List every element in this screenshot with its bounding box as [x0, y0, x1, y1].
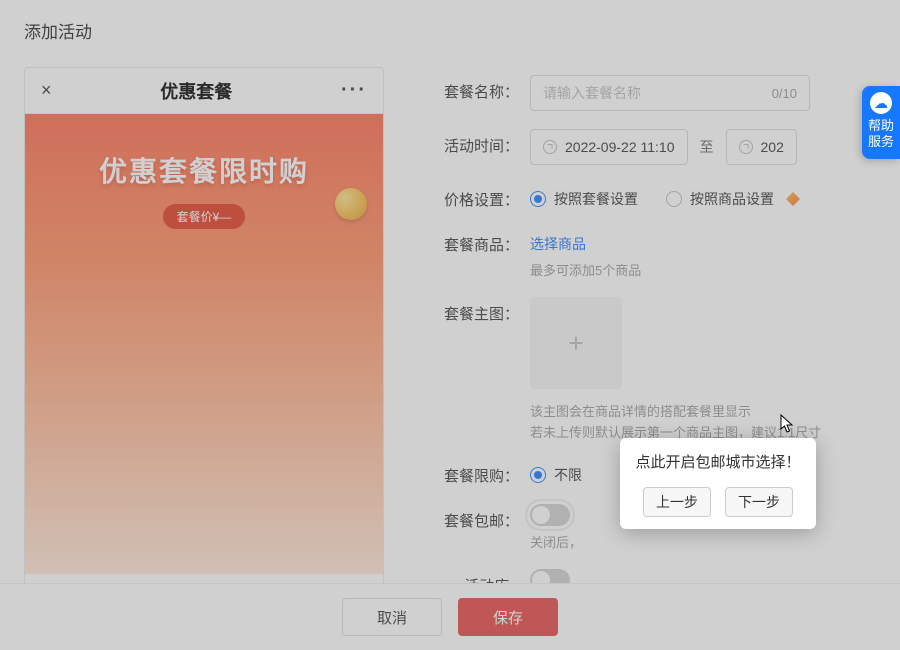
radio-dot-icon	[666, 191, 682, 207]
tour-popover-text: 点此开启包邮城市选择！	[632, 452, 804, 473]
preview-body: 优惠套餐限时购 套餐价¥—	[25, 114, 383, 574]
end-time-value: 202	[761, 139, 784, 155]
label-package-products: 套餐商品：	[444, 228, 530, 255]
coin-icon	[335, 188, 367, 220]
more-icon[interactable]: ···	[341, 79, 367, 102]
radio-dot-icon	[530, 191, 546, 207]
clock-icon	[543, 140, 557, 154]
banner-title: 优惠套餐限时购	[25, 150, 383, 190]
label-price-setting: 价格设置：	[444, 183, 530, 210]
tour-next-button[interactable]: 下一步	[725, 487, 793, 517]
preview-title: 优惠套餐	[160, 78, 232, 104]
toggle-free-shipping[interactable]	[530, 504, 570, 526]
radio-by-product-label: 按照商品设置	[690, 189, 774, 209]
radio-by-product[interactable]: 按照商品设置	[666, 189, 800, 209]
tour-prev-button[interactable]: 上一步	[643, 487, 711, 517]
close-icon[interactable]: ×	[41, 80, 52, 101]
clock-icon	[739, 140, 753, 154]
time-separator: 至	[700, 137, 714, 157]
start-time-input[interactable]: 2022-09-22 11:10	[530, 129, 688, 165]
main-image-hint-1: 该主图会在商品详情的搭配套餐里显示	[530, 401, 876, 420]
label-package-name: 套餐名称：	[444, 75, 530, 102]
help-tab-line1: 帮助	[862, 118, 900, 134]
package-name-placeholder: 请输入套餐名称	[543, 83, 641, 103]
products-hint: 最多可添加5个商品	[530, 260, 876, 279]
banner-price-pill: 套餐价¥—	[163, 204, 246, 229]
chat-bubble-icon: ☁	[870, 92, 892, 114]
label-purchase-limit: 套餐限购：	[444, 459, 530, 486]
plus-icon: +	[568, 328, 583, 359]
package-name-counter: 0/10	[772, 86, 797, 101]
label-activity-time: 活动时间：	[444, 129, 530, 156]
package-name-input[interactable]: 请输入套餐名称 0/10	[530, 75, 810, 111]
preview-panel: × 优惠套餐 ··· 优惠套餐限时购 套餐价¥—	[24, 67, 384, 635]
start-time-value: 2022-09-22 11:10	[565, 139, 675, 155]
free-shipping-hint: 关闭后，	[530, 532, 876, 551]
tour-popover: 点此开启包邮城市选择！ 上一步 下一步	[620, 438, 816, 529]
save-button[interactable]: 保存	[458, 598, 558, 636]
radio-by-package-label: 按照套餐设置	[554, 189, 638, 209]
label-free-shipping: 套餐包邮：	[444, 504, 530, 531]
footer: 取消 保存	[0, 583, 900, 650]
cancel-button[interactable]: 取消	[342, 598, 442, 636]
radio-unlimited[interactable]: 不限	[530, 465, 582, 485]
radio-dot-icon	[530, 467, 546, 483]
end-time-input[interactable]: 202	[726, 129, 797, 165]
radio-by-package[interactable]: 按照套餐设置	[530, 189, 638, 209]
help-tab[interactable]: ☁ 帮助 服务	[862, 86, 900, 159]
help-tab-line2: 服务	[862, 134, 900, 150]
radio-unlimited-label: 不限	[554, 465, 582, 485]
select-products-link[interactable]: 选择商品	[530, 228, 586, 254]
page-title: 添加活动	[24, 18, 876, 43]
form-panel: 套餐名称： 请输入套餐名称 0/10 活动时间： 2022-09-22 11:1…	[444, 67, 876, 635]
label-main-image: 套餐主图：	[444, 297, 530, 324]
diamond-icon	[786, 192, 800, 206]
upload-main-image[interactable]: +	[530, 297, 622, 389]
